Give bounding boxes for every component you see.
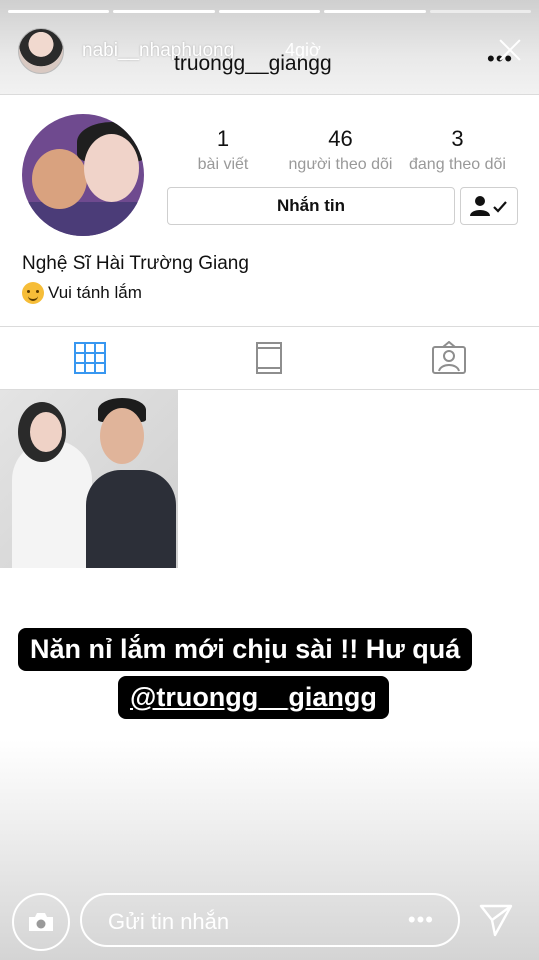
progress-segment (429, 10, 532, 13)
avatar-shirt (22, 202, 144, 236)
progress-segment (218, 10, 321, 13)
followers-count-value: 46 (328, 126, 353, 151)
photo-groom-face (100, 408, 144, 464)
photo-bride-face (30, 412, 62, 452)
message-button[interactable]: Nhắn tin (167, 187, 455, 225)
avatar-person-right (84, 134, 139, 202)
divider (0, 94, 539, 95)
story-progress-bar (8, 10, 532, 13)
reply-placeholder: Gửi tin nhắn (108, 909, 230, 934)
posts-count-label: bài viết (197, 156, 249, 173)
following-count-label: đang theo dõi (409, 156, 506, 173)
profile-username: truongg__giangg (174, 52, 332, 75)
progress-segment (324, 10, 426, 13)
following-button[interactable] (460, 187, 518, 225)
post-thumbnail[interactable] (0, 390, 178, 568)
profile-bio: Vui tánh lắm (22, 282, 142, 304)
following-count-value: 3 (451, 126, 464, 151)
posts-count-value: 1 (216, 126, 230, 151)
send-icon[interactable] (478, 902, 514, 938)
reply-options-icon[interactable]: ••• (408, 907, 434, 933)
mention-link[interactable]: @truongg__giangg (130, 682, 377, 712)
reply-input[interactable]: Gửi tin nhắn ••• (80, 893, 460, 947)
posts-count[interactable]: 1 bài viết (193, 126, 253, 174)
profile-full-name: Nghệ Sĩ Hài Trường Giang (22, 253, 249, 274)
person-check-icon (470, 196, 507, 216)
camera-icon (29, 913, 53, 931)
story-header (0, 0, 539, 95)
following-count[interactable]: 3 đang theo dõi (400, 126, 515, 174)
followers-count[interactable]: 46 người theo dõi (283, 126, 398, 174)
followers-count-label: người theo dõi (288, 156, 393, 173)
grid-icon[interactable] (73, 341, 107, 375)
profile-bio-text: Vui tánh lắm (48, 283, 142, 302)
progress-segment (113, 10, 215, 13)
smiling-face-icon (22, 282, 44, 304)
close-icon[interactable] (496, 36, 524, 64)
profile-avatar[interactable] (22, 114, 144, 236)
story-author-avatar[interactable] (18, 28, 64, 74)
feed-icon[interactable] (254, 341, 284, 375)
photo-groom-suit (86, 470, 176, 568)
tagged-icon[interactable] (431, 341, 467, 375)
profile-tabs (0, 326, 539, 390)
story-caption-line-2[interactable]: @truongg__giangg (118, 676, 389, 719)
story-caption-line-1: Năn nỉ lắm mới chịu sài !! Hư quá (18, 628, 473, 671)
progress-segment (8, 10, 110, 13)
camera-button[interactable] (12, 893, 70, 951)
